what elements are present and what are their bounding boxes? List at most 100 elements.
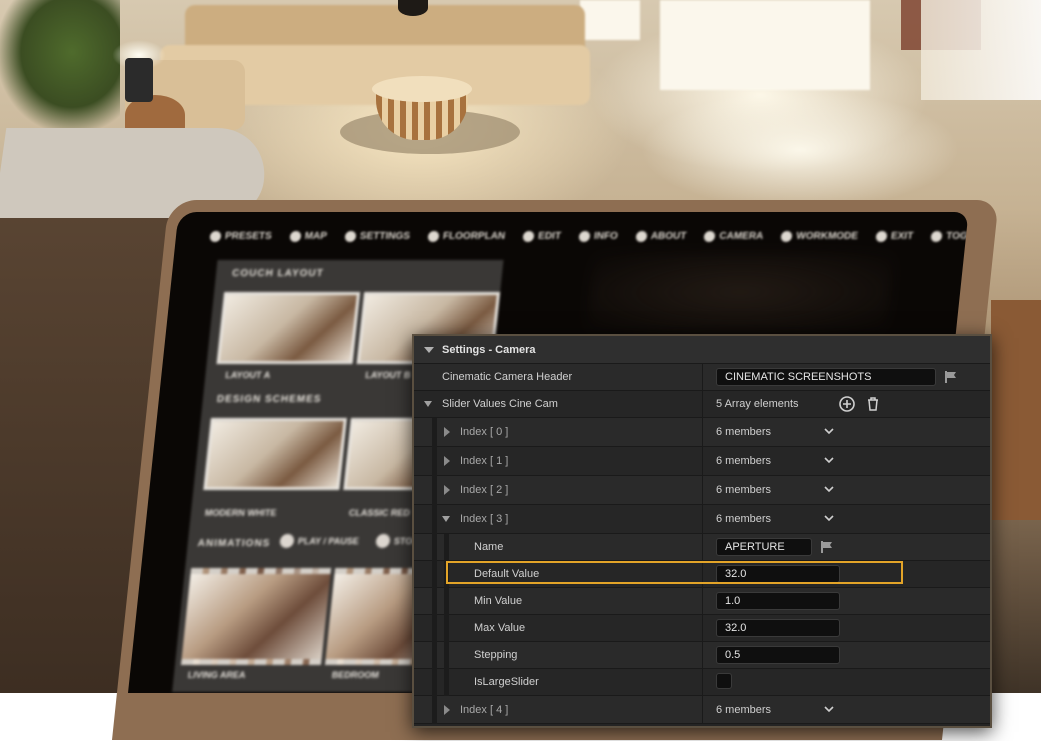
play-pause-button[interactable]: PLAY / PAUSE xyxy=(279,534,359,548)
trash-icon[interactable] xyxy=(864,395,882,413)
category-settings-camera[interactable]: Settings - Camera xyxy=(414,336,990,364)
member-count: 6 members xyxy=(716,703,772,716)
classic-red-label: CLASSIC RED xyxy=(348,508,411,518)
member-label: Name xyxy=(474,541,504,553)
chevron-down-icon[interactable] xyxy=(824,484,834,494)
property-row: Cinematic Camera Header CINEMATIC SCREEN… xyxy=(414,364,990,391)
member-count: 6 members xyxy=(716,513,772,525)
play-icon xyxy=(279,534,295,548)
flag-icon[interactable] xyxy=(944,370,958,384)
stop-icon xyxy=(375,534,391,548)
chevron-down-icon[interactable] xyxy=(824,455,834,465)
layout-a-thumbnail[interactable] xyxy=(216,292,361,364)
window-light xyxy=(580,0,640,40)
menu-map[interactable]: MAP xyxy=(289,230,328,242)
toggle-icon xyxy=(930,230,943,242)
menu-label: TOGGLE UI xyxy=(945,230,969,242)
couch-layout-heading: COUCH LAYOUT xyxy=(231,268,325,279)
coffee-table-top xyxy=(372,76,472,102)
stepping-input[interactable]: 0.5 xyxy=(716,646,840,664)
pencil-icon xyxy=(522,230,535,242)
screen-shadow xyxy=(585,252,895,332)
design-schemes-heading: DESIGN SCHEMES xyxy=(216,394,323,405)
collapse-arrow-icon xyxy=(442,505,450,533)
floorplan-icon xyxy=(427,230,440,242)
index-label: Index [ 2 ] xyxy=(460,484,509,496)
chevron-down-icon[interactable] xyxy=(824,426,834,436)
max-value-input[interactable]: 32.0 xyxy=(716,619,840,637)
play-pause-label: PLAY / PAUSE xyxy=(297,536,360,546)
array-index-row[interactable]: Index [ 2 ] 6 members xyxy=(414,476,990,505)
menu-workmode[interactable]: WORKMODE xyxy=(780,230,859,242)
menu-label: MAP xyxy=(304,230,328,242)
index-label: Index [ 4 ] xyxy=(460,703,509,716)
menu-exit[interactable]: EXIT xyxy=(875,230,914,242)
expand-arrow-icon xyxy=(444,696,450,723)
flag-icon[interactable] xyxy=(820,540,834,554)
menu-label: SETTINGS xyxy=(359,230,411,242)
name-input[interactable]: APERTURE xyxy=(716,538,812,556)
add-element-icon[interactable] xyxy=(838,395,856,413)
curtain xyxy=(921,0,1041,100)
menu-settings[interactable]: SETTINGS xyxy=(344,230,411,242)
index-label: Index [ 3 ] xyxy=(460,513,509,525)
expand-arrow-icon xyxy=(444,447,450,475)
member-row-min-value: Min Value 1.0 xyxy=(414,588,990,615)
menu-edit[interactable]: EDIT xyxy=(522,230,562,242)
star-icon xyxy=(209,230,222,242)
default-value-input[interactable]: 32.0 xyxy=(716,565,840,583)
info-icon xyxy=(578,230,591,242)
about-icon xyxy=(635,230,648,242)
is-large-slider-checkbox[interactable] xyxy=(716,673,732,689)
member-count: 6 members xyxy=(716,455,772,467)
array-property-row[interactable]: Slider Values Cine Cam 5 Array elements xyxy=(414,391,990,418)
member-row-default-value: Default Value 32.0 xyxy=(414,561,990,588)
chevron-down-icon[interactable] xyxy=(824,513,834,523)
menu-label: WORKMODE xyxy=(795,230,859,242)
menu-label: EXIT xyxy=(890,230,914,242)
menu-info[interactable]: INFO xyxy=(578,230,619,242)
array-index-row-expanded[interactable]: Index [ 3 ] 6 members xyxy=(414,505,990,534)
wood-cabinet xyxy=(991,300,1041,520)
menu-camera[interactable]: CAMERA xyxy=(703,230,764,242)
property-label: Cinematic Camera Header xyxy=(442,371,573,383)
living-area-label: LIVING AREA xyxy=(187,670,247,680)
property-label: Slider Values Cine Cam xyxy=(442,398,558,410)
category-title: Settings - Camera xyxy=(442,343,536,356)
menu-label: PRESETS xyxy=(224,230,273,242)
chevron-down-icon[interactable] xyxy=(824,704,834,714)
modern-white-thumbnail[interactable] xyxy=(203,418,347,490)
menu-about[interactable]: ABOUT xyxy=(635,230,687,242)
expand-arrow-icon xyxy=(444,476,450,504)
member-label: Stepping xyxy=(474,649,518,661)
member-row-name: Name APERTURE xyxy=(414,534,990,561)
member-label: IsLargeSlider xyxy=(474,676,539,688)
member-count: 6 members xyxy=(716,426,772,438)
array-index-row[interactable]: Index [ 4 ] 6 members xyxy=(414,696,990,724)
menu-label: EDIT xyxy=(537,230,562,242)
member-row-max-value: Max Value 32.0 xyxy=(414,615,990,642)
animations-heading: ANIMATIONS xyxy=(197,538,271,549)
bedroom-label: BEDROOM xyxy=(331,670,380,680)
member-row-is-large-slider: IsLargeSlider xyxy=(414,669,990,696)
member-label: Min Value xyxy=(474,595,523,607)
min-value-input[interactable]: 1.0 xyxy=(716,592,840,610)
array-count: 5 Array elements xyxy=(716,398,799,410)
menu-floorplan[interactable]: FLOORPLAN xyxy=(427,230,506,242)
array-index-row[interactable]: Index [ 1 ] 6 members xyxy=(414,447,990,476)
layout-b-label: LAYOUT B xyxy=(364,370,412,380)
living-area-thumbnail[interactable] xyxy=(180,568,332,665)
expand-arrow-icon xyxy=(444,418,450,446)
floor-reflection xyxy=(640,90,960,210)
exit-icon xyxy=(875,230,888,242)
array-index-row[interactable]: Index [ 0 ] 6 members xyxy=(414,418,990,447)
plant xyxy=(0,0,120,130)
expand-arrow-icon xyxy=(424,391,432,417)
camera-icon xyxy=(703,230,717,242)
menu-label: FLOORPLAN xyxy=(442,230,506,242)
menu-presets[interactable]: PRESETS xyxy=(209,230,273,242)
table-lamp xyxy=(125,58,153,102)
menu-label: INFO xyxy=(593,230,619,242)
menu-toggle-ui[interactable]: TOGGLE UI xyxy=(930,230,969,242)
camera-header-input[interactable]: CINEMATIC SCREENSHOTS xyxy=(716,368,936,386)
